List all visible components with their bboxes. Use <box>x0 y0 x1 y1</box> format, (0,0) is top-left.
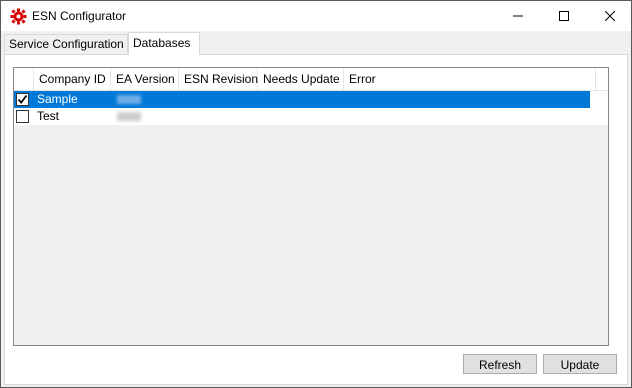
maximize-icon <box>559 11 569 21</box>
minimize-button[interactable] <box>495 1 541 31</box>
tab-strip: Service Configuration Databases <box>3 31 629 55</box>
cell-company-id: Sample <box>37 92 78 106</box>
update-button[interactable]: Update <box>543 354 617 374</box>
maximize-button[interactable] <box>541 1 587 31</box>
row-checkbox[interactable] <box>16 110 29 123</box>
window-title: ESN Configurator <box>32 9 127 23</box>
databases-grid[interactable]: Company ID EA Version ESN Revision Needs… <box>13 67 609 346</box>
row-checkbox[interactable] <box>16 93 29 106</box>
header-checkbox-column[interactable] <box>14 68 34 90</box>
cell-ea-version-redacted <box>117 95 141 104</box>
column-header-ea-version[interactable]: EA Version <box>111 68 179 90</box>
cell-company-id: Test <box>37 109 60 123</box>
table-row[interactable]: Test <box>14 108 608 125</box>
table-row[interactable]: Sample <box>14 91 590 108</box>
app-gear-icon <box>10 8 27 25</box>
cell-ea-version-redacted <box>117 112 141 121</box>
refresh-button[interactable]: Refresh <box>463 354 537 374</box>
column-header-esn-revision[interactable]: ESN Revision <box>179 68 258 90</box>
column-header-company-id[interactable]: Company ID <box>34 68 111 90</box>
column-header-needs-update[interactable]: Needs Update <box>258 68 344 90</box>
title-bar[interactable]: ESN Configurator <box>1 1 631 31</box>
tab-service-configuration[interactable]: Service Configuration <box>4 34 128 53</box>
column-header-error[interactable]: Error <box>344 68 596 90</box>
close-icon <box>605 11 615 21</box>
minimize-icon <box>513 11 523 21</box>
close-button[interactable] <box>587 1 632 31</box>
row-filler <box>590 91 608 108</box>
grid-header: Company ID EA Version ESN Revision Needs… <box>14 68 608 91</box>
tab-databases[interactable]: Databases <box>128 32 200 55</box>
